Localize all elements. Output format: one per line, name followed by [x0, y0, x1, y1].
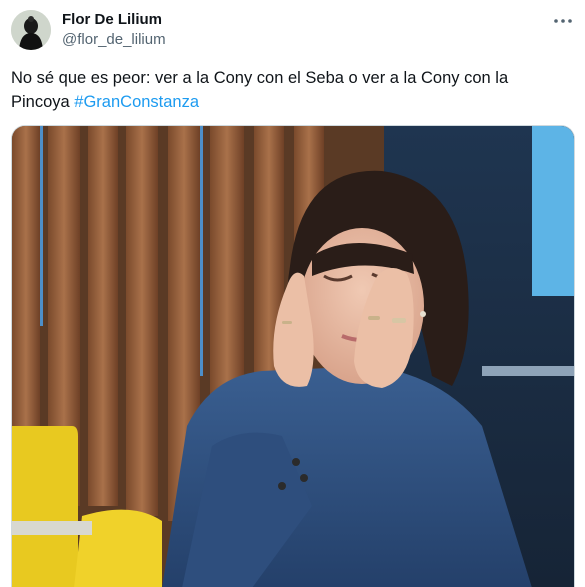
tweet-text: No sé que es peor: ver a la Cony con el …: [11, 66, 571, 114]
tweet-card: Flor De Lilium @flor_de_lilium No sé que…: [0, 0, 585, 587]
profile-avatar[interactable]: [11, 10, 51, 50]
display-name[interactable]: Flor De Lilium: [62, 11, 162, 28]
hashtag-link[interactable]: #GranConstanza: [74, 93, 199, 111]
more-horizontal-icon[interactable]: [548, 9, 578, 33]
tweet-media-image[interactable]: [11, 125, 575, 587]
user-handle[interactable]: @flor_de_lilium: [62, 31, 166, 48]
